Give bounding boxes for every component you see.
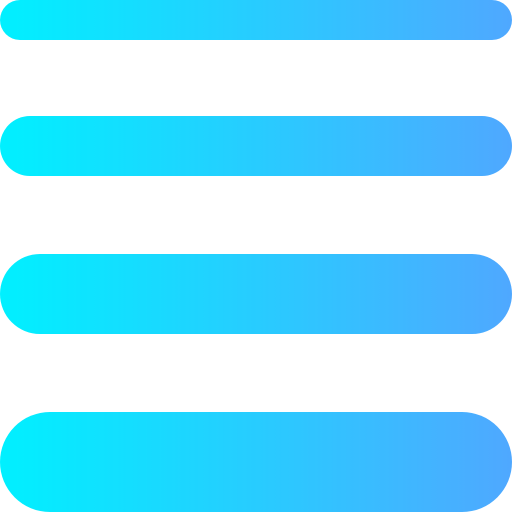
icon-canvas xyxy=(0,0,512,512)
menu-bar-3 xyxy=(0,254,512,334)
menu-lines-icon[interactable] xyxy=(0,0,512,512)
menu-bar-2 xyxy=(0,116,512,176)
menu-bar-4 xyxy=(0,412,512,512)
menu-bar-1 xyxy=(0,0,512,40)
